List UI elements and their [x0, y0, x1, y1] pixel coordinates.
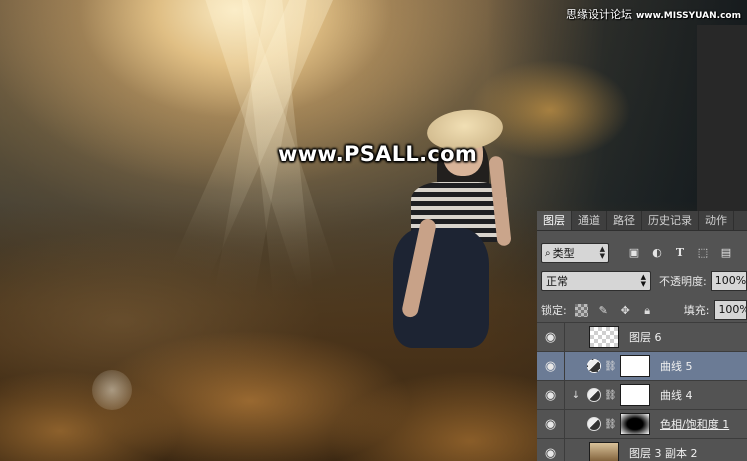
- type-icon[interactable]: T: [673, 246, 687, 260]
- curves-adjustment-icon[interactable]: [587, 388, 601, 402]
- site-credit-domain: www.MISSYUAN.com: [635, 11, 741, 21]
- link-icon[interactable]: ⛓: [604, 419, 617, 430]
- blend-row: 正常 ▲ ▼ 不透明度: 100%: [541, 270, 747, 292]
- layer-thumbnail[interactable]: [589, 442, 619, 461]
- opacity-field[interactable]: 100%: [710, 271, 747, 291]
- layer-row[interactable]: ◉ ↓ ⛓ 曲线 4: [537, 380, 747, 410]
- bokeh-light: [92, 370, 132, 410]
- image-icon[interactable]: ▣: [627, 246, 641, 260]
- lock-transparent-icon[interactable]: [574, 303, 588, 317]
- search-icon: ⌕: [545, 247, 551, 259]
- link-icon[interactable]: ⛓: [604, 361, 617, 372]
- link-icon[interactable]: ⛓: [604, 390, 617, 401]
- eye-icon[interactable]: ◉: [537, 322, 565, 352]
- layers-panel: 图层 通道 路径 历史记录 动作 ⌕ 类型 ▲ ▼ ▣ ◐ T ⬚ ▤ 正常 ▲ ▼…: [537, 211, 747, 461]
- site-credit: 思缘设计论坛 www.MISSYUAN.com: [566, 6, 741, 22]
- clipping-arrow-icon: ↓: [571, 389, 581, 401]
- lock-label: 锁定:: [541, 304, 567, 317]
- blend-mode-value: 正常: [546, 275, 568, 288]
- filter-icons: ▣ ◐ T ⬚ ▤: [627, 246, 733, 260]
- layers-list: ◉ 图层 6 ◉ ⛓ 曲线 5 ◉ ↓ ⛓ 曲线 4 ◉ ⛓ 色相/饱和度 1 …: [537, 322, 747, 461]
- hue-saturation-adjustment-icon[interactable]: [587, 417, 601, 431]
- shape-icon[interactable]: ⬚: [696, 246, 710, 260]
- lock-row: 锁定: ✎ ✥ 🔒︎ 填充: 100%: [541, 299, 747, 321]
- layer-row[interactable]: ◉ 图层 6: [537, 322, 747, 352]
- fill-label: 填充:: [683, 304, 710, 317]
- curves-adjustment-icon[interactable]: [587, 359, 601, 373]
- filter-row: ⌕ 类型 ▲ ▼ ▣ ◐ T ⬚ ▤: [541, 242, 747, 264]
- lock-all-icon[interactable]: 🔒︎: [641, 304, 654, 317]
- fill-field[interactable]: 100%: [714, 300, 747, 320]
- layer-name[interactable]: 图层 6: [629, 329, 662, 345]
- layer-row[interactable]: ◉ ⛓ 色相/饱和度 1: [537, 409, 747, 439]
- opacity-label: 不透明度:: [659, 275, 707, 288]
- kind-filter-select[interactable]: ⌕ 类型 ▲ ▼: [541, 243, 609, 263]
- layer-name[interactable]: 图层 3 副本 2: [629, 445, 698, 461]
- layer-thumbnail[interactable]: [589, 326, 619, 348]
- app-dark-strip: [697, 25, 747, 211]
- eye-icon[interactable]: ◉: [537, 438, 565, 461]
- tab-history[interactable]: 历史记录: [642, 211, 699, 230]
- layer-mask-thumbnail[interactable]: [620, 384, 650, 406]
- select-arrows-icon: ▲ ▼: [599, 245, 605, 260]
- lock-brush-icon[interactable]: ✎: [597, 304, 610, 317]
- tab-actions[interactable]: 动作: [699, 211, 734, 230]
- tab-layers[interactable]: 图层: [537, 211, 572, 230]
- eye-icon[interactable]: ◉: [537, 351, 565, 381]
- layer-name[interactable]: 曲线 4: [660, 387, 693, 403]
- kind-filter-value: 类型: [552, 247, 575, 260]
- blend-mode-select[interactable]: 正常 ▲ ▼: [541, 271, 651, 291]
- lock-move-icon[interactable]: ✥: [619, 304, 632, 317]
- smart-object-icon[interactable]: ▤: [719, 246, 733, 260]
- site-credit-cn: 思缘设计论坛: [565, 8, 632, 21]
- layer-row[interactable]: ◉ ⛓ 曲线 5: [537, 351, 747, 381]
- lock-icons: ✎ ✥ 🔒︎: [574, 303, 654, 317]
- tab-paths[interactable]: 路径: [607, 211, 642, 230]
- layer-mask-thumbnail[interactable]: [620, 413, 650, 435]
- eye-icon[interactable]: ◉: [537, 409, 565, 439]
- adjustment-icon[interactable]: ◐: [650, 246, 664, 260]
- tab-channels[interactable]: 通道: [572, 211, 607, 230]
- layer-name[interactable]: 色相/饱和度 1: [660, 416, 729, 432]
- watermark: www.PSALL.com: [278, 142, 478, 166]
- panel-tabs: 图层 通道 路径 历史记录 动作: [537, 211, 747, 231]
- layer-row[interactable]: ◉ 图层 3 副本 2: [537, 438, 747, 461]
- layer-name[interactable]: 曲线 5: [660, 358, 693, 374]
- layer-mask-thumbnail[interactable]: [620, 355, 650, 377]
- select-arrows-icon: ▲ ▼: [640, 273, 646, 288]
- eye-icon[interactable]: ◉: [537, 380, 565, 410]
